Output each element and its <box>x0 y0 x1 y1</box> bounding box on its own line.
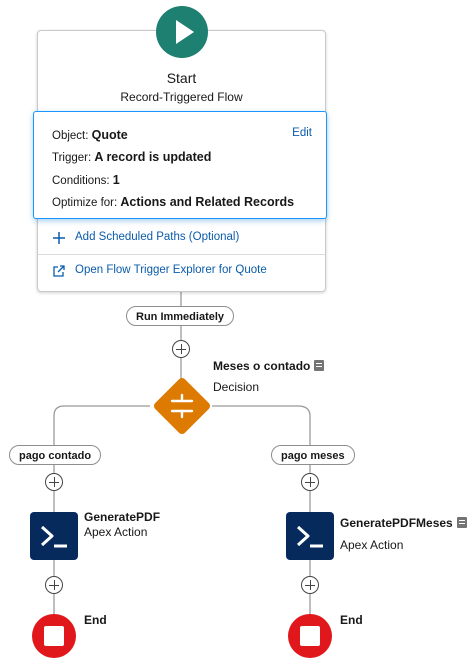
trigger-row: Trigger: A record is updated <box>52 150 211 164</box>
add-element-button-left-top[interactable] <box>45 473 63 491</box>
branch-outcome-label-left[interactable]: pago contado <box>9 445 102 465</box>
add-element-button-left-bottom[interactable] <box>45 576 63 594</box>
apex-action-name-left: GeneratePDF <box>84 510 161 524</box>
end-label-left: End <box>84 613 107 627</box>
run-immediately-path-label[interactable]: Run Immediately <box>126 306 235 326</box>
description-icon <box>314 360 325 371</box>
plus-icon <box>53 232 65 244</box>
conditions-label: Conditions: <box>52 175 110 187</box>
end-node-left[interactable] <box>32 614 76 658</box>
decision-name-text: Meses o contado <box>213 359 311 373</box>
conditions-value: 1 <box>112 173 120 187</box>
add-element-button[interactable] <box>172 340 190 358</box>
apex-action-type-left: Apex Action <box>84 525 148 539</box>
decision-type: Decision <box>213 380 260 394</box>
terminal-icon <box>40 525 67 548</box>
external-link-icon <box>53 265 65 277</box>
start-title: Start <box>166 70 197 86</box>
branch-outcome-label-right[interactable]: pago meses <box>271 445 355 465</box>
decision-node[interactable] <box>150 374 214 438</box>
apex-action-type-right: Apex Action <box>340 538 404 552</box>
terminal-icon <box>296 525 323 548</box>
apex-action-name-right-text: GeneratePDFMeses <box>340 516 453 530</box>
end-node-right[interactable] <box>288 614 332 658</box>
start-subtitle: Record-Triggered Flow <box>120 90 243 104</box>
end-label-right: End <box>340 613 363 627</box>
play-icon <box>176 20 194 44</box>
apex-action-name-right: GeneratePDFMeses <box>340 516 467 530</box>
add-scheduled-paths-link[interactable]: Add Scheduled Paths (Optional) <box>75 231 239 243</box>
stop-icon <box>300 626 320 646</box>
optimize-value: Actions and Related Records <box>120 195 295 209</box>
start-node-icon[interactable] <box>156 6 208 58</box>
object-label: Object: <box>52 130 89 142</box>
object-value: Quote <box>91 128 128 142</box>
description-icon <box>456 517 467 528</box>
stop-icon <box>44 626 64 646</box>
apex-action-node-right[interactable] <box>286 512 334 560</box>
conditions-row: Conditions: 1 <box>52 173 120 187</box>
add-element-button-right-bottom[interactable] <box>301 576 319 594</box>
optimize-row: Optimize for: Actions and Related Record… <box>52 195 294 209</box>
trigger-label: Trigger: <box>52 152 92 164</box>
add-element-button-right-top[interactable] <box>301 473 319 491</box>
open-trigger-explorer-link[interactable]: Open Flow Trigger Explorer for Quote <box>75 264 267 276</box>
object-row: Object: Quote <box>52 128 128 142</box>
card-divider <box>38 254 325 255</box>
decision-name: Meses o contado <box>213 359 325 373</box>
optimize-label: Optimize for: <box>52 197 118 209</box>
edit-link[interactable]: Edit <box>292 127 312 139</box>
trigger-details-panel: Object: Quote Edit Trigger: A record is … <box>33 111 327 219</box>
apex-action-node-left[interactable] <box>30 512 78 560</box>
trigger-value: A record is updated <box>94 150 212 164</box>
